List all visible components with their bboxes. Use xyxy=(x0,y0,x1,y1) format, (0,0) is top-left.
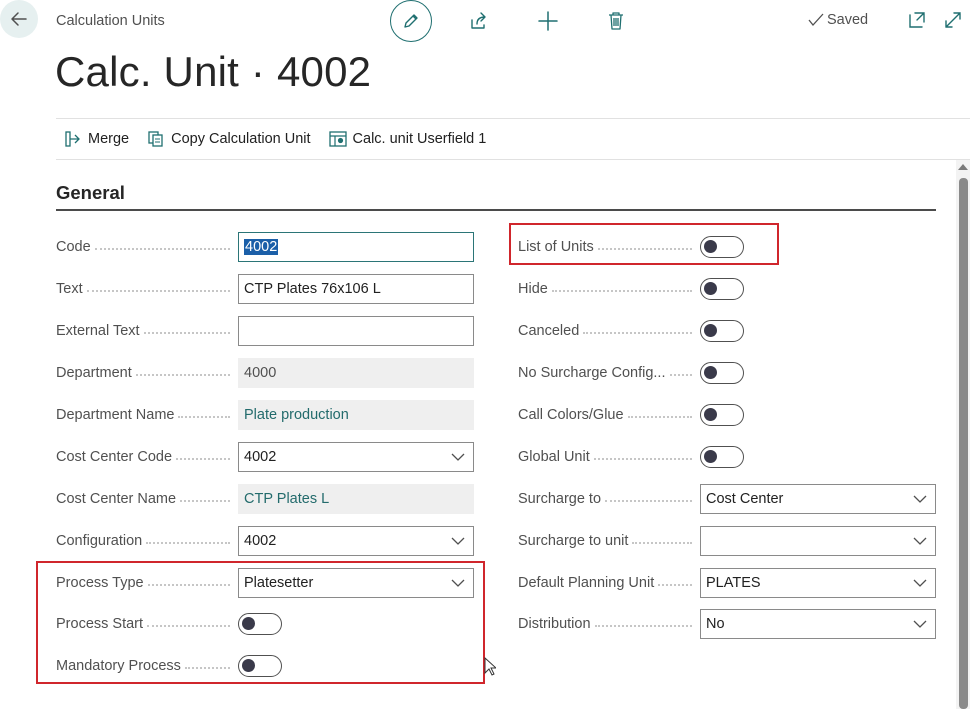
department-value: 4000 xyxy=(238,358,474,388)
canceled-toggle[interactable] xyxy=(700,320,744,342)
code-input[interactable]: 4002 xyxy=(238,232,474,262)
field-label: Process Start xyxy=(56,616,148,632)
call-colors-glue-toggle[interactable] xyxy=(700,404,744,426)
field-label: Text xyxy=(56,281,87,297)
arrow-left-icon xyxy=(11,12,27,26)
chevron-down-icon xyxy=(913,620,927,628)
chevron-down-icon xyxy=(451,453,465,461)
field-label: No Surcharge Config... xyxy=(518,365,670,381)
field-label: Cost Center Name xyxy=(56,491,181,507)
breadcrumb[interactable]: Calculation Units xyxy=(56,13,165,29)
distribution-select[interactable]: No xyxy=(700,609,936,639)
field-label: List of Units xyxy=(518,239,598,255)
scroll-up-arrow[interactable] xyxy=(958,164,968,170)
open-new-window-button[interactable] xyxy=(907,10,927,35)
field-label: Hide xyxy=(518,281,552,297)
field-canceled: Canceled xyxy=(518,316,744,346)
field-label: Call Colors/Glue xyxy=(518,407,628,423)
calc-unit-userfield-action[interactable]: Calc. unit Userfield 1 xyxy=(328,130,487,148)
pencil-icon xyxy=(404,14,418,28)
field-surcharge-to: Surcharge to Cost Center xyxy=(518,484,936,514)
field-label: Configuration xyxy=(56,533,147,549)
trash-icon xyxy=(609,12,623,30)
field-label: Mandatory Process xyxy=(56,658,185,674)
scrollbar-thumb[interactable] xyxy=(959,178,968,709)
expand-button[interactable] xyxy=(943,10,963,35)
calc-unit-userfield-label: Calc. unit Userfield 1 xyxy=(352,131,487,147)
saved-status: Saved xyxy=(808,12,868,28)
field-global-unit: Global Unit xyxy=(518,442,744,472)
field-text: Text CTP Plates 76x106 L xyxy=(56,274,474,304)
field-distribution: Distribution No xyxy=(518,609,936,639)
userfield-icon xyxy=(328,131,347,147)
field-label: External Text xyxy=(56,323,144,339)
expand-icon xyxy=(945,12,961,28)
field-label: Surcharge to xyxy=(518,491,606,507)
field-no-surcharge-config: No Surcharge Config... xyxy=(518,358,744,388)
field-configuration: Configuration 4002 xyxy=(56,526,474,556)
copy-icon xyxy=(148,131,163,147)
field-label: Default Planning Unit xyxy=(518,575,659,591)
delete-button[interactable] xyxy=(604,9,628,33)
saved-label: Saved xyxy=(827,12,869,28)
field-label: Code xyxy=(56,239,95,255)
action-bar: Merge Copy Calculation Unit Calc. unit U… xyxy=(56,118,970,160)
field-default-planning-unit: Default Planning Unit PLATES xyxy=(518,568,936,598)
field-label: Global Unit xyxy=(518,449,594,465)
surcharge-to-select[interactable]: Cost Center xyxy=(700,484,936,514)
field-code: Code 4002 xyxy=(56,232,474,262)
cost-center-code-select[interactable]: 4002 xyxy=(238,442,474,472)
field-cost-center-name: Cost Center Name CTP Plates L xyxy=(56,484,474,514)
field-surcharge-to-unit: Surcharge to unit xyxy=(518,526,936,556)
chevron-down-icon xyxy=(913,537,927,545)
text-input[interactable]: CTP Plates 76x106 L xyxy=(238,274,474,304)
field-label: Distribution xyxy=(518,616,595,632)
field-department-name: Department Name Plate production xyxy=(56,400,474,430)
default-planning-unit-select[interactable]: PLATES xyxy=(700,568,936,598)
field-label: Department xyxy=(56,365,136,381)
merge-icon xyxy=(65,131,80,147)
chevron-down-icon xyxy=(451,537,465,545)
edit-button[interactable] xyxy=(390,0,432,42)
section-title-general[interactable]: General xyxy=(56,182,125,204)
share-icon xyxy=(471,12,486,29)
chevron-down-icon xyxy=(913,579,927,587)
share-button[interactable] xyxy=(467,9,491,33)
configuration-select[interactable]: 4002 xyxy=(238,526,474,556)
cost-center-name-value[interactable]: CTP Plates L xyxy=(238,484,474,514)
open-in-new-window-icon xyxy=(909,12,925,28)
surcharge-to-unit-select[interactable] xyxy=(700,526,936,556)
department-name-value[interactable]: Plate production xyxy=(238,400,474,430)
merge-label: Merge xyxy=(88,131,130,147)
field-department: Department 4000 xyxy=(56,358,474,388)
field-label: Cost Center Code xyxy=(56,449,177,465)
global-unit-toggle[interactable] xyxy=(700,446,744,468)
no-surcharge-config-toggle[interactable] xyxy=(700,362,744,384)
field-label: Process Type xyxy=(56,575,148,591)
check-icon xyxy=(808,13,824,27)
hide-toggle[interactable] xyxy=(700,278,744,300)
merge-action[interactable]: Merge xyxy=(64,130,129,148)
field-cost-center-code: Cost Center Code 4002 xyxy=(56,442,474,472)
field-call-colors-glue: Call Colors/Glue xyxy=(518,400,744,430)
field-label: Canceled xyxy=(518,323,584,339)
copy-calculation-unit-label: Copy Calculation Unit xyxy=(171,131,311,147)
external-text-input[interactable] xyxy=(238,316,474,346)
mouse-cursor-icon xyxy=(484,657,496,676)
field-hide: Hide xyxy=(518,274,744,304)
field-label: Surcharge to unit xyxy=(518,533,633,549)
plus-icon xyxy=(538,11,558,31)
copy-calculation-unit-action[interactable]: Copy Calculation Unit xyxy=(147,130,311,148)
field-external-text: External Text xyxy=(56,316,474,346)
chevron-down-icon xyxy=(913,495,927,503)
page-title: Calc. Unit · 4002 xyxy=(55,48,372,95)
back-button[interactable] xyxy=(0,0,38,38)
section-divider xyxy=(56,209,936,211)
new-button[interactable] xyxy=(536,9,560,33)
field-label: Department Name xyxy=(56,407,179,423)
